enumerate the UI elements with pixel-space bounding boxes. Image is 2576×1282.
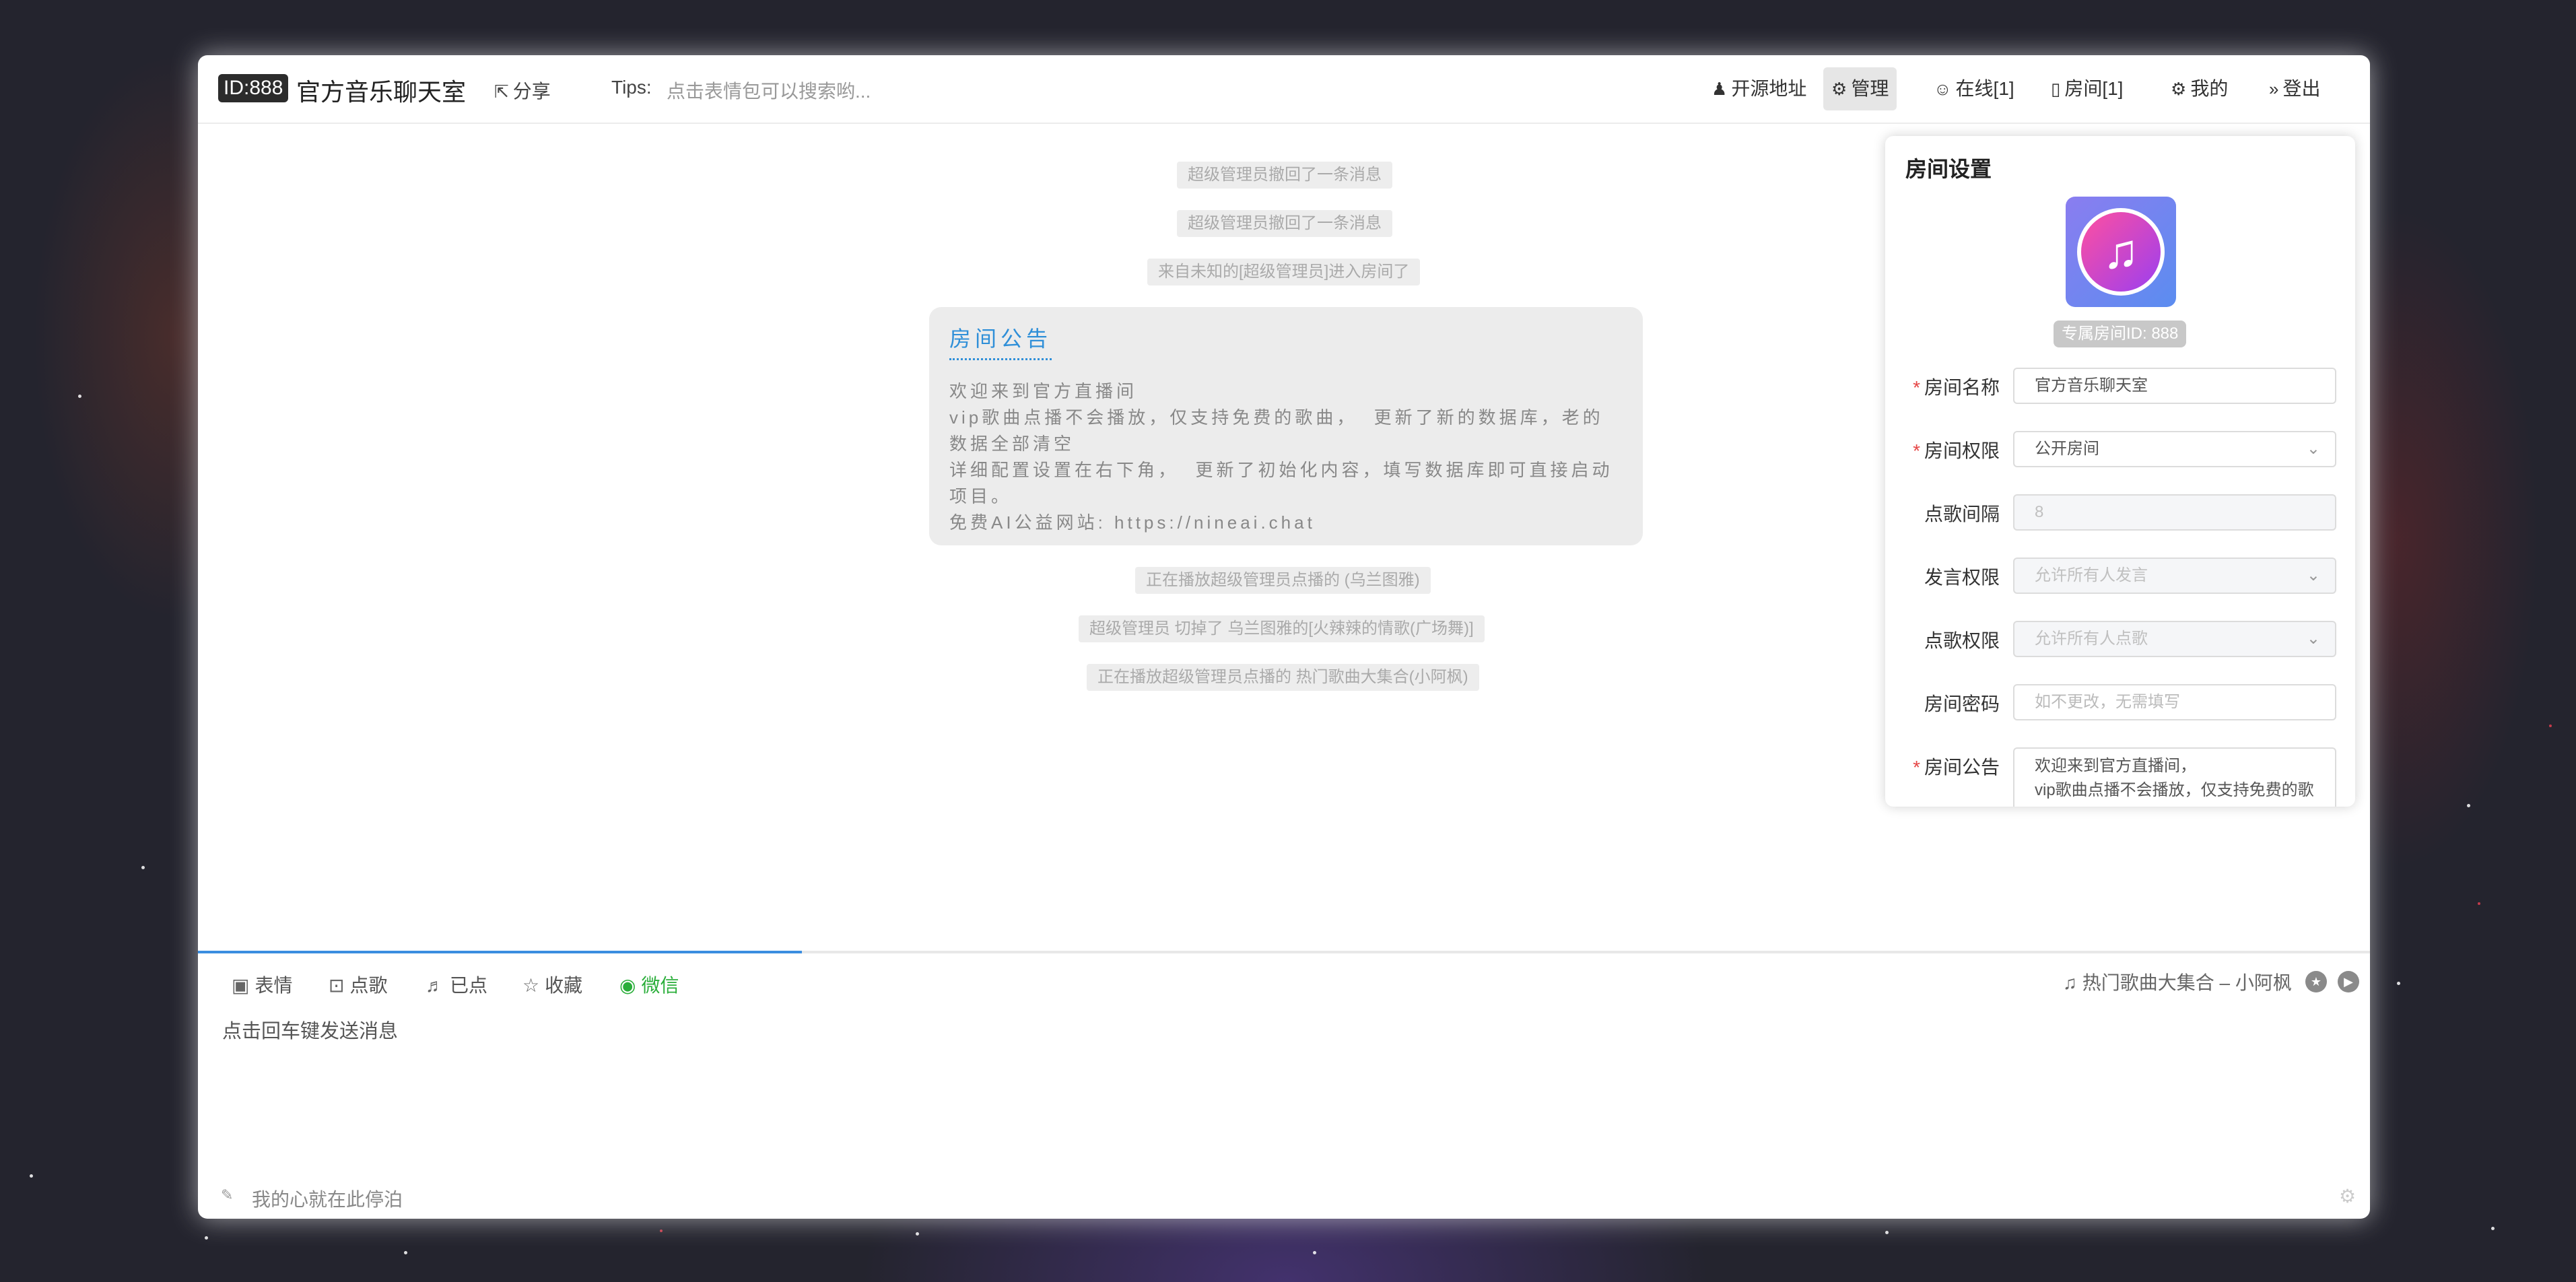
star <box>2491 1227 2495 1230</box>
star <box>404 1251 407 1254</box>
inbox-icon: ⊡ <box>329 975 345 996</box>
settings-title: 房间设置 <box>1905 157 1992 181</box>
room-password-input[interactable]: 如不更改，无需填写 <box>2013 684 2336 720</box>
system-message: 正在播放超级管理员点播的 热门歌曲大集合(小阿枫) <box>1087 664 1479 691</box>
room-id-label: 专属房间ID: 888 <box>2054 320 2187 347</box>
image-icon: ▣ <box>232 975 250 996</box>
notice-label: * 房间公告 <box>1913 757 2000 778</box>
interval-label: 点歌间隔 <box>1924 504 2000 525</box>
settings-icon: ⚙ <box>2171 79 2187 99</box>
gear-icon: ⚙ <box>1831 79 1848 99</box>
music-note-icon: ♫ <box>2077 208 2165 296</box>
star <box>2467 804 2470 807</box>
favorites-button[interactable]: ☆ 收藏 <box>522 971 582 998</box>
now-playing-label: 热门歌曲大集合 – 小阿枫 <box>2082 972 2292 993</box>
star <box>2478 902 2480 905</box>
favorite-song-icon[interactable]: ★ <box>2305 971 2327 992</box>
room-notice-textarea[interactable]: 欢迎来到官方直播间， vip歌曲点播不会播放，仅支持免费的歌 <box>2013 747 2336 807</box>
order-song-button[interactable]: ⊡ 点歌 <box>329 971 387 998</box>
message-input[interactable]: 点击回车键发送消息 <box>222 1015 398 1044</box>
now-playing: ♫ 热门歌曲大集合 – 小阿枫 <box>2063 968 2292 995</box>
app-window: ID:888 官方音乐聊天室 ⇱ 分享 Tips: 点击表情包可以搜索哟... ♟… <box>198 55 2370 1219</box>
permission-label: * 房间权限 <box>1913 440 2000 461</box>
nav-mine[interactable]: ⚙ 我的 <box>2163 67 2236 110</box>
speak-label: 发言权限 <box>1924 567 2000 588</box>
star <box>78 395 81 398</box>
nav-online[interactable]: ☺ 在线[1] <box>1926 67 2023 110</box>
double-chevron-icon: » <box>2269 79 2279 99</box>
nav-mine-label: 我的 <box>2190 78 2229 99</box>
nav-manage-label: 管理 <box>1851 78 1889 99</box>
nav-rooms[interactable]: ▯ 房间[1] <box>2043 67 2131 110</box>
room-name-input[interactable]: 官方音乐聊天室 <box>2013 368 2336 404</box>
progress-fill <box>198 951 802 953</box>
signature-icon: ✎ <box>221 1186 234 1203</box>
chevron-down-icon: ⌄ <box>2306 566 2320 584</box>
star <box>660 1229 663 1232</box>
system-message: 来自未知的[超级管理员]进入房间了 <box>1147 259 1421 285</box>
speak-permission-select[interactable]: 允许所有人发言 ⌄ <box>2013 558 2336 594</box>
star <box>141 866 145 869</box>
nav-logout-label: 登出 <box>2282 78 2321 99</box>
playback-progress[interactable] <box>198 951 2370 953</box>
notice-title: 房间公告 <box>949 322 1052 360</box>
share-icon: ⇱ <box>494 81 509 102</box>
chevron-down-icon: ⌄ <box>2306 440 2320 458</box>
system-message: 超级管理员 切掉了 乌兰图雅的[火辣辣的情歌(广场舞)] <box>1079 615 1485 642</box>
room-title: 官方音乐聊天室 <box>296 78 467 106</box>
wechat-button[interactable]: ◉ 微信 <box>619 971 679 998</box>
room-permission-select[interactable]: 公开房间 ⌄ <box>2013 431 2336 467</box>
emoji-button[interactable]: ▣ 表情 <box>232 971 292 998</box>
header-bar: ID:888 官方音乐聊天室 ⇱ 分享 Tips: 点击表情包可以搜索哟... ♟… <box>198 55 2370 124</box>
room-id-badge: ID:888 <box>218 74 289 102</box>
tips-label: Tips: <box>611 77 652 98</box>
star <box>2397 982 2400 985</box>
star <box>205 1236 208 1240</box>
system-message: 超级管理员撤回了一条消息 <box>1177 210 1392 237</box>
song-permission-label: 点歌权限 <box>1924 630 2000 651</box>
nav-opensource[interactable]: ♟ 开源地址 <box>1703 67 1815 110</box>
share-button[interactable]: ⇱ 分享 <box>494 77 551 104</box>
nav-rooms-label: 房间[1] <box>2064 78 2124 99</box>
playlist-icon: ♬ <box>426 975 444 996</box>
star <box>916 1232 919 1236</box>
room-notice-card: 房间公告 欢迎来到官方直播间 vip歌曲点播不会播放，仅支持免费的歌曲， 更新了… <box>929 307 1643 545</box>
nav-online-label: 在线[1] <box>1955 78 2014 99</box>
star <box>2549 724 2552 727</box>
room-icon: ▯ <box>2051 79 2061 99</box>
room-settings-panel: 房间设置 ♫ 专属房间ID: 888 * 房间名称 官方音乐聊天室 * 房间权限 公… <box>1885 136 2355 807</box>
star <box>30 1174 33 1178</box>
github-icon: ♟ <box>1711 79 1728 99</box>
gear-icon[interactable]: ⚙ <box>2339 1185 2356 1207</box>
song-interval-input[interactable]: 8 <box>2013 494 2336 531</box>
nav-manage[interactable]: ⚙ 管理 <box>1823 67 1897 110</box>
tips-text: 点击表情包可以搜索哟... <box>667 81 871 102</box>
name-label: * 房间名称 <box>1913 377 2000 398</box>
nav-logout[interactable]: » 登出 <box>2261 67 2328 110</box>
wechat-icon: ◉ <box>619 975 636 996</box>
password-label: 房间密码 <box>1924 694 2000 714</box>
music-note-icon: ♫ <box>2063 972 2082 993</box>
song-permission-select[interactable]: 允许所有人点歌 ⌄ <box>2013 621 2336 657</box>
share-label: 分享 <box>512 81 551 102</box>
star-icon: ☆ <box>522 975 540 996</box>
ordered-button[interactable]: ♬ 已点 <box>426 971 487 998</box>
chevron-down-icon: ⌄ <box>2306 630 2320 648</box>
star <box>1885 1231 1889 1234</box>
signature-text: 我的心就在此停泊 <box>252 1189 403 1210</box>
system-message: 正在播放超级管理员点播的 (乌兰图雅) <box>1135 567 1431 594</box>
room-logo[interactable]: ♫ <box>2066 197 2176 307</box>
system-message: 超级管理员撤回了一条消息 <box>1177 162 1392 189</box>
users-icon: ☺ <box>1934 79 1952 99</box>
play-icon[interactable]: ▶ <box>2338 971 2359 992</box>
star <box>1313 1251 1316 1254</box>
notice-body: 欢迎来到官方直播间 vip歌曲点播不会播放，仅支持免费的歌曲， 更新了新的数据库… <box>949 381 1613 533</box>
nav-opensource-label: 开源地址 <box>1731 78 1807 99</box>
